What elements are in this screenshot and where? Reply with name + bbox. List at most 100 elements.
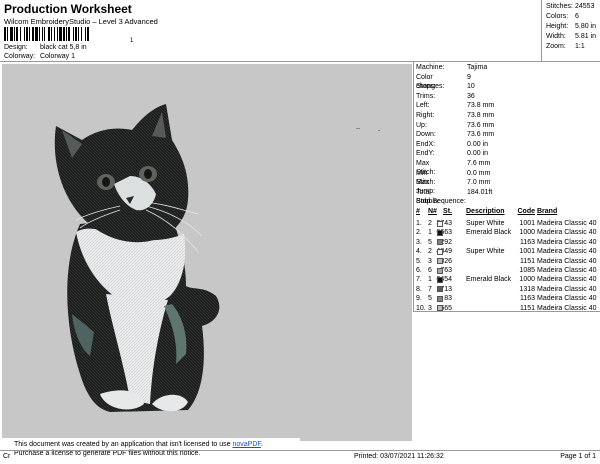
stop-number: 9.	[416, 295, 422, 303]
stop-sequence-row: 1. 2 3743 Super White 1001 Madeira Classic 40	[416, 219, 600, 228]
thread-description: Super White	[466, 248, 505, 256]
machine-value: 73.8 mm	[467, 112, 495, 119]
needle-number: 3	[428, 257, 432, 265]
stat-height: Height: 5.80 in	[542, 22, 600, 32]
thread-brand: Madeira Classic 40	[537, 267, 597, 274]
stop-sequence-row: 7. 1 6454 Emerald Black 1000 Madeira Classic …	[416, 275, 600, 284]
thread-color-swatch	[437, 229, 443, 236]
design-preview	[2, 64, 412, 441]
stop-sequence-row: 2. 1 6663 Emerald Black 1000 Madeira Classic …	[416, 228, 600, 237]
footer-left: Cr	[3, 453, 11, 460]
needle-number: 2	[428, 248, 432, 256]
thread-code: 1000	[519, 229, 535, 237]
notice-text: This document was created by an applicat…	[14, 441, 233, 448]
machine-value: 36	[467, 92, 475, 100]
thread-code: 1085	[519, 267, 535, 274]
thread-brand: Madeira Classic 40	[537, 248, 597, 256]
software-name: Wilcom EmbroideryStudio – Level 3 Advanc…	[4, 17, 158, 26]
col-description: Description	[466, 208, 505, 215]
design-stats: Stitches: 24553 Colors: 6 Height: 5.80 in W…	[541, 0, 600, 62]
needle-number: 7	[428, 285, 432, 293]
machine-value: 73.6 mm	[467, 131, 495, 139]
stop-sequence-row: 4. 2 4849 Super White 1001 Madeira Classic 40	[416, 247, 600, 256]
thread-code: 1151	[519, 257, 535, 265]
machine-label: Down:	[416, 131, 436, 139]
thread-code: 1318	[519, 285, 535, 293]
stop-sequence-row: 8. 7 713 1318 Madeira Classic 40	[416, 285, 600, 294]
thread-code: 1151	[519, 304, 535, 312]
thread-color-swatch	[437, 267, 443, 274]
machine-value: 184.01ft	[467, 188, 493, 196]
design-value: black cat 5,8 in	[39, 44, 87, 51]
needle-number: 2	[428, 220, 432, 227]
stop-number: 2.	[416, 229, 422, 237]
thread-brand: Madeira Classic 40	[537, 295, 597, 303]
thread-brand: Madeira Classic 40	[537, 285, 597, 293]
design-label: Design:	[4, 44, 28, 51]
thread-color-swatch	[437, 286, 443, 293]
thread-brand: Madeira Classic 40	[537, 257, 597, 265]
stat-label: Width:	[546, 33, 566, 40]
stop-sequence-row: 3. 5 292 1163 Madeira Classic 40	[416, 238, 600, 247]
machine-value: 0.00 in	[467, 150, 489, 158]
thread-code: 1001	[519, 220, 535, 227]
needle-number: 5	[428, 238, 432, 246]
col-n: N#	[428, 208, 437, 215]
machine-label: Stops:	[416, 83, 436, 91]
stat-colors: Colors: 6	[542, 12, 600, 22]
thread-brand: Madeira Classic 40	[537, 304, 597, 312]
stat-label: Stitches:	[546, 3, 573, 10]
stop-sequence-title: Stop Sequence:	[416, 198, 466, 205]
machine-value: 73.8 mm	[467, 102, 495, 110]
stat-width: Width: 5.81 in	[542, 32, 600, 42]
thread-color-swatch	[437, 258, 443, 265]
col-stitches: St.	[443, 208, 452, 215]
needle-number: 1	[428, 229, 432, 237]
cat-embroidery-image	[54, 104, 380, 412]
thread-code: 1000	[519, 276, 535, 284]
thread-color-swatch	[437, 220, 443, 227]
machine-label: EndX:	[416, 140, 436, 148]
thread-color-swatch	[437, 276, 443, 283]
stop-sequence-row: 6. 6 763 1085 Madeira Classic 40	[416, 266, 600, 275]
thread-brand: Madeira Classic 40	[537, 229, 597, 237]
stitch-count: 83	[444, 295, 452, 303]
stat-label: Zoom:	[546, 43, 566, 50]
stop-number: 8.	[416, 285, 422, 293]
needle-number: 3	[428, 304, 432, 312]
stat-value: 5.81 in	[575, 33, 597, 40]
stat-value: 24553	[575, 3, 595, 10]
machine-value: 0.00 in	[467, 140, 489, 148]
page-footer: Cr Printed: 03/07/2021 11:26:32 Page 1 o…	[0, 450, 600, 464]
machine-value: 9	[467, 73, 471, 81]
notice-line-1: This document was created by an applicat…	[14, 440, 300, 449]
needle-number: 5	[428, 295, 432, 303]
colorway-row: Colorway: Colorway 1	[4, 53, 75, 60]
novapdf-link[interactable]: novaPDF	[232, 441, 260, 448]
stop-sequence-row: 5. 3 326 1151 Madeira Classic 40	[416, 257, 600, 266]
worksheet-header: Production Worksheet Wilcom EmbroiderySt…	[0, 0, 600, 62]
stat-value: 5.80 in	[575, 23, 597, 30]
thread-brand: Madeira Classic 40	[537, 220, 597, 227]
thread-description: Emerald Black	[466, 229, 512, 237]
needle-number: 6	[428, 267, 432, 274]
stat-zoom: Zoom: 1:1	[542, 42, 600, 52]
machine-value: 0.0 mm	[467, 169, 491, 177]
machine-value: Tajima	[467, 64, 488, 71]
colorway-label: Colorway:	[4, 53, 36, 60]
stop-sequence-header: # N# St. Description Code Brand	[416, 208, 600, 217]
stop-number: 5.	[416, 257, 422, 265]
stat-stitches: Stitches: 24553	[542, 2, 600, 12]
col-num: #	[416, 208, 420, 215]
stat-label: Colors:	[546, 13, 569, 20]
barcode	[4, 27, 89, 41]
stop-number: 4.	[416, 248, 422, 256]
stop-number: 7.	[416, 276, 422, 284]
stat-label: Height:	[546, 23, 569, 30]
stop-number: 3.	[416, 238, 422, 246]
printed-timestamp: Printed: 03/07/2021 11:26:32	[354, 453, 444, 460]
stat-value: 1:1	[575, 43, 585, 50]
machine-value: 7.0 mm	[467, 179, 491, 187]
stop-number: 10.	[416, 304, 426, 312]
thread-description: Emerald Black	[466, 276, 512, 284]
